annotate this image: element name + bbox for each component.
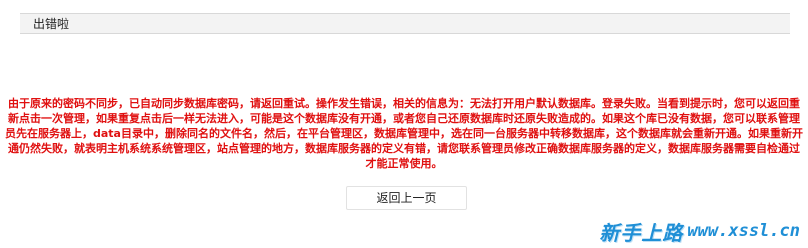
watermark-site: www.xssl.cn xyxy=(687,221,800,241)
watermark: 新手上路 www.xssl.cn xyxy=(599,216,800,246)
back-button[interactable]: 返回上一页 xyxy=(346,186,467,210)
page-title: 出错啦 xyxy=(33,17,70,31)
watermark-logo: 新手上路 xyxy=(599,220,684,245)
header-bar: 出错啦 xyxy=(20,13,790,34)
error-page: 出错啦 由于原来的密码不同步，已自动同步数据库密码，请返回重试。操作发生错误，相… xyxy=(0,0,808,248)
error-message: 由于原来的密码不同步，已自动同步数据库密码，请返回重试。操作发生错误，相关的信息… xyxy=(5,97,803,170)
